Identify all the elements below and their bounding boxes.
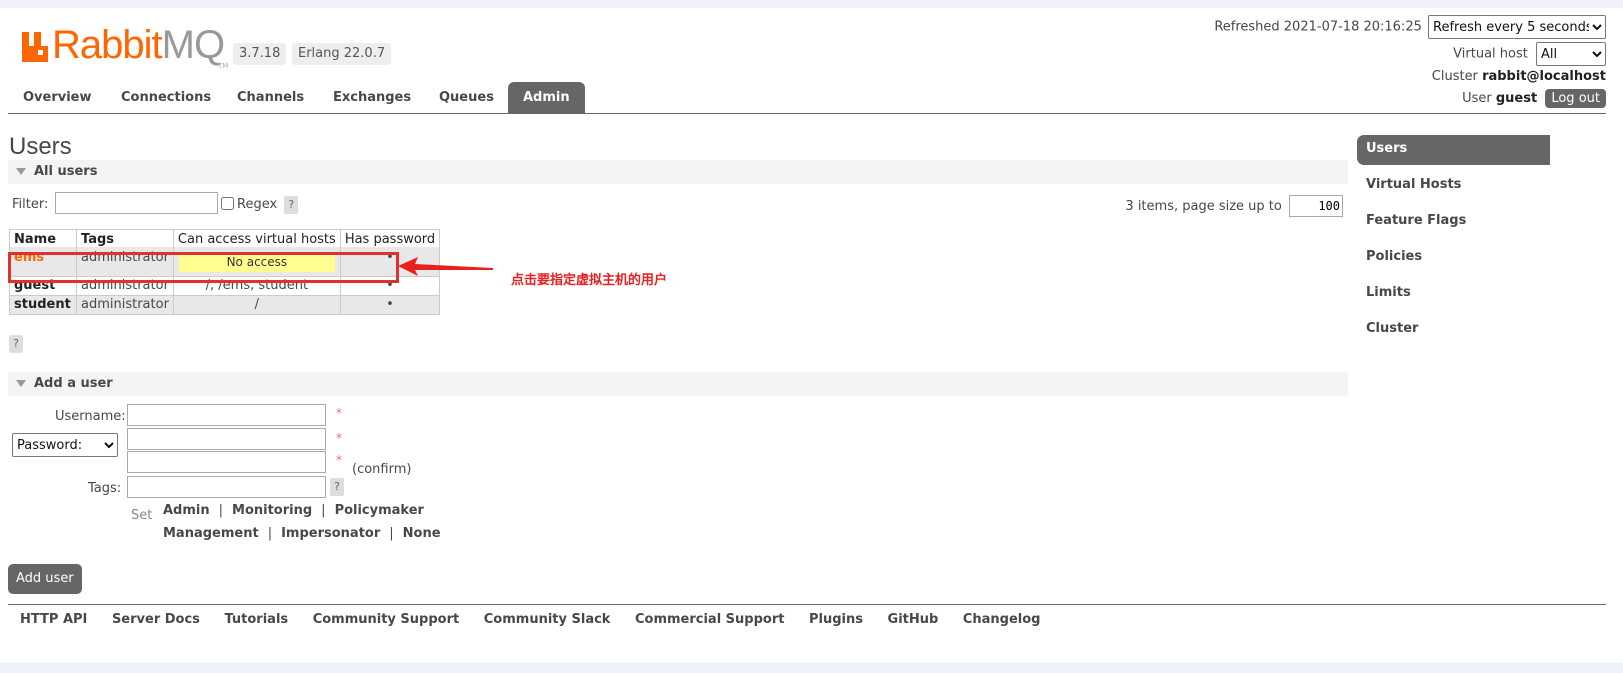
regex-label: Regex: [237, 197, 278, 212]
side-nav-limits[interactable]: Limits: [1357, 278, 1550, 314]
tag-link-policymaker[interactable]: Policymaker: [335, 503, 424, 518]
tag-link-admin[interactable]: Admin: [163, 503, 210, 518]
logout-button[interactable]: Log out: [1545, 89, 1606, 108]
logo-trademark: TM: [218, 62, 229, 70]
regex-help-icon[interactable]: ?: [284, 196, 299, 214]
table-help-icon[interactable]: ?: [9, 335, 23, 353]
tags-help-icon[interactable]: ?: [330, 478, 344, 496]
user-name-link[interactable]: student: [9, 294, 77, 315]
tab-connections[interactable]: Connections: [106, 82, 226, 114]
user-tags: administrator: [76, 294, 174, 315]
cluster-name: rabbit@localhost: [1482, 69, 1606, 84]
tags-label: Tags:: [88, 481, 122, 496]
user-vhosts: /: [172, 294, 341, 315]
footer-link-http-api[interactable]: HTTP API: [20, 612, 87, 627]
footer-link-tutorials[interactable]: Tutorials: [224, 612, 288, 627]
footer-link-community-support[interactable]: Community Support: [313, 612, 460, 627]
annotation-text: 点击要指定虚拟主机的用户: [511, 273, 668, 288]
set-label: Set: [131, 508, 153, 523]
user-has-password: •: [339, 294, 441, 315]
page-title: Users: [9, 133, 72, 160]
annotation-highlight-box: [8, 252, 399, 283]
collapse-triangle-icon: [16, 167, 26, 175]
side-nav-policies[interactable]: Policies: [1357, 242, 1550, 278]
username-label: Username:: [55, 409, 126, 424]
erlang-version-badge: Erlang 22.0.7: [292, 43, 392, 65]
refresh-interval-select[interactable]: Refresh every 5 seconds: [1428, 15, 1606, 39]
tags-input[interactable]: [127, 476, 326, 498]
footer-link-community-slack[interactable]: Community Slack: [484, 612, 611, 627]
password-type-select[interactable]: Password:: [12, 433, 118, 457]
column-header-tags: Tags: [76, 229, 174, 247]
confirm-required-marker: *: [336, 453, 342, 467]
tab-admin[interactable]: Admin: [508, 82, 585, 114]
collapse-triangle-icon: [16, 379, 26, 387]
confirm-label: (confirm): [352, 462, 412, 477]
side-nav-feature-flags[interactable]: Feature Flags: [1357, 206, 1550, 242]
tab-overview[interactable]: Overview: [8, 82, 107, 114]
tag-link-management[interactable]: Management: [163, 526, 259, 541]
side-nav-virtual-hosts[interactable]: Virtual Hosts: [1357, 170, 1550, 206]
footer-link-server-docs[interactable]: Server Docs: [112, 612, 200, 627]
footer-link-commercial-support[interactable]: Commercial Support: [635, 612, 785, 627]
page: RabbitMQ TM 3.7.18 Erlang 22.0.7 Refresh…: [0, 8, 1623, 663]
footer-divider: [8, 604, 1606, 605]
filter-label: Filter:: [12, 197, 49, 212]
refreshed-timestamp: Refreshed 2021-07-18 20:16:25: [1214, 19, 1422, 35]
cluster-label: Cluster: [1431, 69, 1478, 84]
rabbitmq-logo-icon: [22, 32, 48, 62]
tab-queues[interactable]: Queues: [424, 82, 509, 114]
password-confirm-input[interactable]: [127, 451, 326, 473]
pagination-info: 3 items, page size up to: [1125, 195, 1343, 217]
version-badge: 3.7.18: [233, 43, 287, 65]
tag-link-monitoring[interactable]: Monitoring: [232, 503, 312, 518]
regex-option: Regex ?: [221, 196, 299, 214]
password-required-marker: *: [336, 431, 342, 445]
add-user-section-header[interactable]: Add a user: [8, 372, 1348, 396]
logo-wordmark: RabbitMQ: [52, 23, 225, 67]
tab-channels[interactable]: Channels: [222, 82, 319, 114]
footer-link-changelog[interactable]: Changelog: [963, 612, 1041, 627]
table-row[interactable]: student administrator / •: [9, 294, 441, 315]
side-nav-users[interactable]: Users: [1357, 135, 1550, 165]
tag-link-impersonator[interactable]: Impersonator: [281, 526, 380, 541]
username-required-marker: *: [336, 406, 342, 420]
vhost-label: Virtual host: [1453, 46, 1528, 62]
top-right-panel: Refreshed 2021-07-18 20:16:25 Refresh ev…: [1106, 8, 1606, 118]
side-nav-cluster[interactable]: Cluster: [1357, 314, 1550, 350]
username-input[interactable]: [127, 404, 326, 426]
tag-links-row-2: Management | Impersonator | None: [163, 526, 441, 541]
tag-links-row-1: Admin | Monitoring | Policymaker: [163, 503, 424, 518]
tab-underline: [8, 113, 1606, 114]
page-size-input[interactable]: [1289, 195, 1343, 217]
current-user: guest: [1495, 91, 1538, 106]
filter-input[interactable]: [55, 192, 218, 214]
footer-link-plugins[interactable]: Plugins: [809, 612, 863, 627]
vhost-select[interactable]: All: [1536, 42, 1606, 66]
password-input[interactable]: [127, 428, 326, 450]
user-label: User: [1462, 91, 1492, 106]
tag-link-none[interactable]: None: [403, 526, 441, 541]
pagination-text: 3 items, page size up to: [1125, 199, 1282, 214]
footer-links: HTTP API Server Docs Tutorials Community…: [20, 612, 1060, 627]
annotation-arrow-icon: [398, 257, 493, 276]
all-users-section-header[interactable]: All users: [8, 160, 1348, 184]
add-user-button[interactable]: Add user: [8, 564, 82, 594]
footer-link-github[interactable]: GitHub: [888, 612, 939, 627]
column-header-has-password: Has password: [339, 229, 441, 247]
column-header-vhosts: Can access virtual hosts: [172, 229, 341, 247]
column-header-name: Name: [9, 229, 77, 247]
tab-exchanges[interactable]: Exchanges: [318, 82, 426, 114]
admin-side-nav: Users Virtual Hosts Feature Flags Polici…: [1357, 135, 1550, 350]
regex-checkbox[interactable]: [221, 197, 234, 210]
